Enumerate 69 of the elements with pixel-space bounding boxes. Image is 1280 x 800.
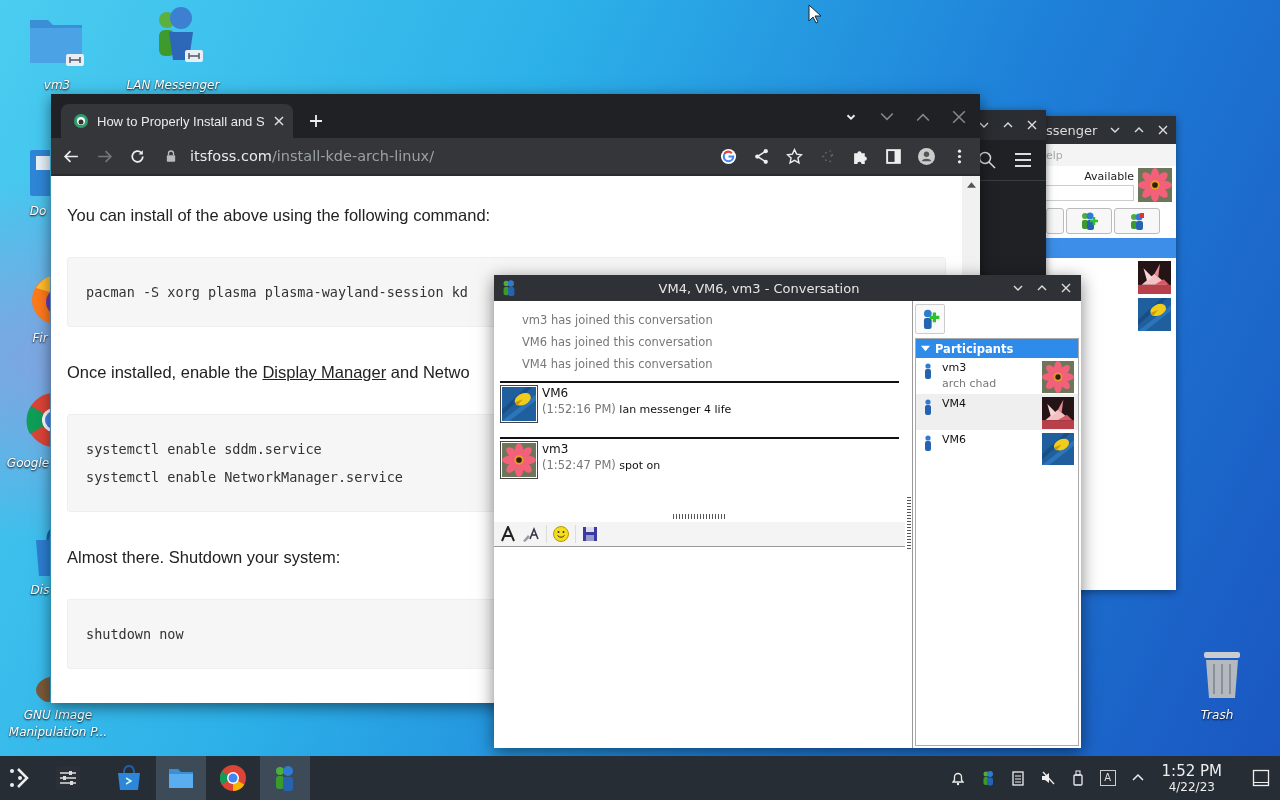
font-icon[interactable] [500,526,516,542]
colored-ring-icon[interactable] [720,147,737,165]
timestamp: (1:52:16 PM) [542,402,616,416]
paragraph: Almost there. Shutdown your system: [67,548,342,567]
input-method-indicator[interactable]: A [1099,770,1116,786]
plus-icon[interactable] [308,114,323,128]
code-line: shutdown now [86,625,184,644]
scroll-up-icon[interactable] [966,182,976,188]
group-header[interactable]: Participants [916,339,1078,358]
toolbar-button[interactable] [1046,208,1064,234]
splitter-handle[interactable] [672,513,727,519]
muted-speaker-icon[interactable] [1039,770,1056,786]
participant-row[interactable]: vm3 arch chad [916,358,1078,394]
shopping-bag-icon [115,764,143,792]
site-icon [73,113,89,129]
desktop-icon-label[interactable]: Trash [1182,707,1252,724]
splitter-handle[interactable] [906,497,911,551]
star-icon[interactable] [786,147,803,165]
bell-icon[interactable] [949,770,966,786]
code-line: systemctl enable sddm.service [86,440,322,459]
sidebar-icon[interactable] [885,147,902,165]
message-input-field[interactable] [494,547,905,748]
person-icon [924,399,932,415]
brush-letter-icon[interactable] [522,526,540,542]
window-title: VM4, VM6, vm3 - Conversation [657,280,861,296]
message-text: lan messenger 4 life [619,403,732,416]
lock-icon [166,150,176,162]
note-field[interactable] [1046,184,1134,201]
code-line: pacman -S xorg plasma plasma-wayland-session kd [86,283,468,302]
participant-name: VM6 [942,433,967,447]
code-line: systemctl enable NetworkManager.service [86,468,403,487]
smiley-icon[interactable] [553,526,569,542]
close-icon[interactable] [952,110,966,124]
expand-arrow-icon[interactable] [921,344,930,353]
pointer-icon [808,4,822,24]
share-icon[interactable] [753,147,770,165]
add-person-icon [1079,211,1099,231]
broadcast-button[interactable] [1114,208,1160,234]
add-participant-button[interactable] [915,304,945,334]
system-message: VM4 has joined this conversation [521,356,714,373]
link[interactable]: Display Manager [262,363,387,381]
task-button[interactable] [156,756,206,800]
system-message: vm3 has joined this conversation [521,312,714,329]
timestamp: (1:52:47 PM) [542,458,616,472]
person-icon [924,435,932,451]
browser-icon [219,764,247,792]
browser-tab[interactable]: How to Properly Install and S [61,104,293,138]
sender-name: vm3 [542,441,570,457]
participant-row[interactable]: VM4 [916,394,1078,430]
participant-name: VM4 [942,397,967,411]
participant-row[interactable]: VM6 [916,430,1078,466]
show-desktop-icon[interactable] [1252,769,1270,787]
paragraph: You can install of the above using the following command: [67,206,492,225]
person-icon [924,363,932,379]
system-message: VM6 has joined this conversation [521,334,714,351]
reload-icon[interactable] [129,147,146,165]
profile-avatar-icon[interactable] [918,147,935,165]
search-icon[interactable] [978,151,996,169]
clipboard-icon[interactable] [1009,770,1026,786]
menu-icon[interactable] [1014,151,1032,169]
clock[interactable]: 1:52 PM 4/22/23 [1161,762,1222,794]
add-contact-button[interactable] [1066,208,1112,234]
participant-name: vm3 [942,361,968,375]
save-icon[interactable] [582,526,598,542]
message-text: spot on [619,459,661,472]
sender-name: VM6 [542,385,570,401]
participant-note: arch chad [942,376,998,392]
status-label[interactable]: Available [1084,169,1134,183]
window-title: ssenger [1046,122,1098,138]
